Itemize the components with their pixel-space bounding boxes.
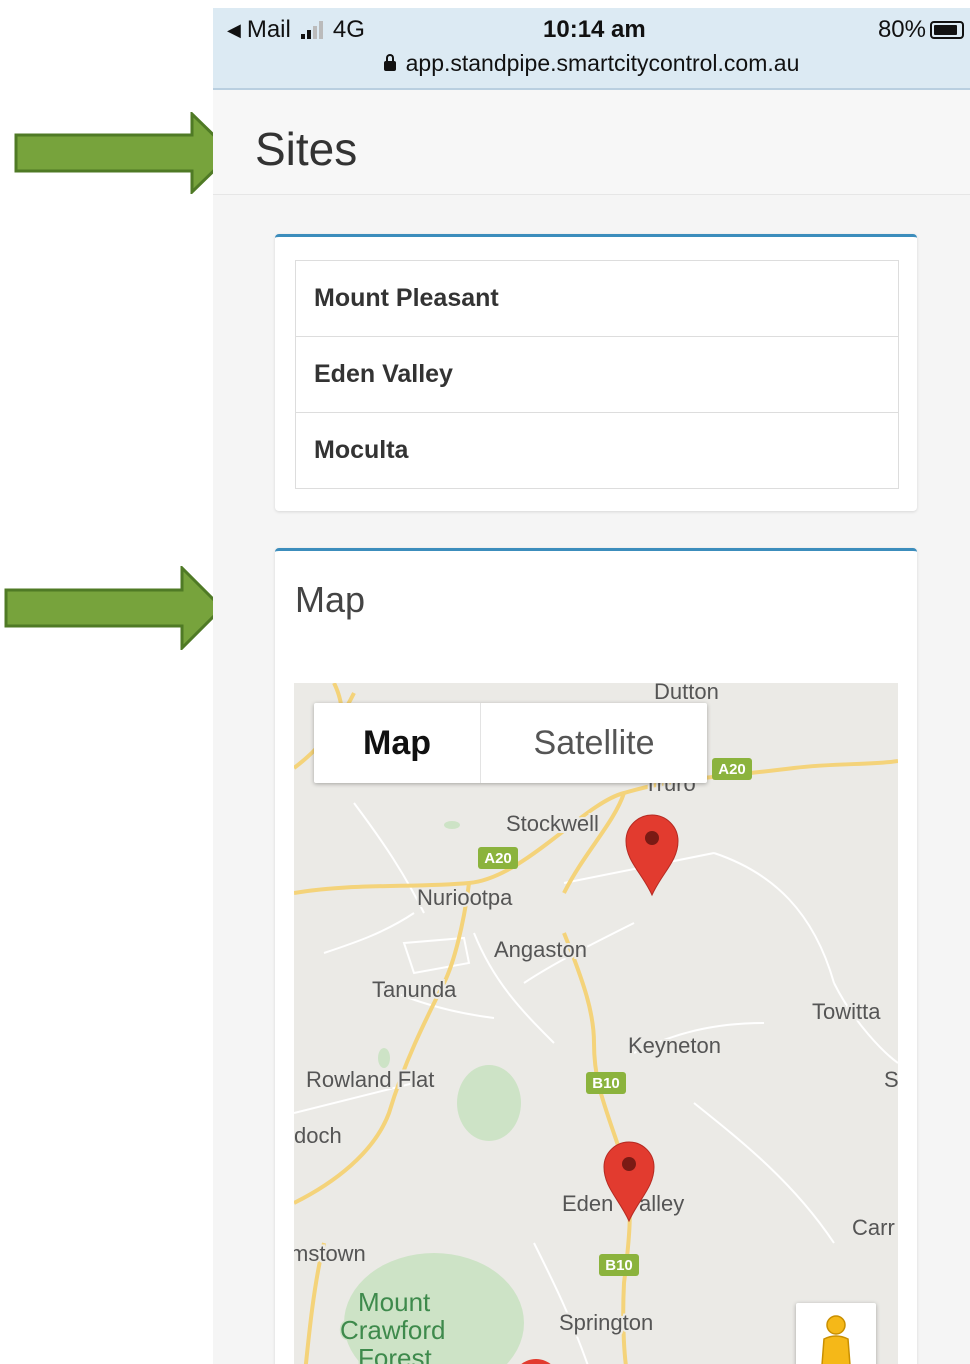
svg-text:B10: B10 [605,1257,633,1274]
map-marker-moculta[interactable] [625,814,679,897]
place-label-keyneton: Keyneton [628,1033,721,1058]
park-label-forest: Forest [358,1343,432,1364]
clock: 10:14 am [543,16,646,43]
site-item-moculta[interactable]: Moculta [296,413,898,488]
place-label-springton: Springton [559,1310,653,1335]
site-list: Mount Pleasant Eden Valley Moculta [295,260,899,489]
park-label-crawford: Crawford [340,1315,445,1345]
place-label-angaston: Angaston [494,937,587,962]
battery-status: 80% [878,16,964,44]
status-bar: ◀ Mail 4G 10:14 am 80% app.standpipe.sma… [213,8,970,90]
network-type: 4G [332,16,365,43]
place-label-doch: doch [294,1123,342,1148]
svg-text:A20: A20 [484,850,512,867]
map-canvas[interactable]: A20 A20 B10 B10 Dutton Truro Stockwell N… [294,683,898,1364]
svg-text:B10: B10 [592,1075,620,1092]
battery-icon [930,21,964,39]
park-area [378,1048,390,1068]
place-label-rowland-flat: Rowland Flat [306,1067,434,1092]
url-text: app.standpipe.smartcitycontrol.com.au [405,50,800,76]
street-view-button[interactable] [796,1303,876,1364]
signal-strength-icon [300,21,323,39]
place-label-towitta: Towitta [812,999,881,1024]
park-area [444,821,460,829]
road-badge-a20-stockwell: A20 [478,847,518,869]
sites-card: Mount Pleasant Eden Valley Moculta [275,234,917,511]
road-badge-a20-truro: A20 [712,758,752,780]
place-label-dutton: Dutton [654,683,719,704]
back-to-app[interactable]: ◀ Mail 4G [227,16,365,44]
place-label-carr: Carr [852,1215,895,1240]
svg-text:A20: A20 [718,761,746,778]
place-label-mstown: mstown [294,1241,366,1266]
page-title: Sites [255,123,358,175]
place-label-alley: alley [639,1191,684,1216]
map-type-satellite-button[interactable]: Satellite [481,703,707,783]
place-label-stockwell: Stockwell [506,811,599,836]
lock-icon [383,54,396,71]
annotation-arrow-map [4,566,224,650]
page-header: Sites [213,90,970,195]
map-marker-mount-pleasant[interactable] [512,1359,560,1364]
place-label-tanunda: Tanunda [372,977,457,1002]
back-app-label: Mail [246,16,291,43]
map-tiles: A20 A20 B10 B10 Dutton Truro Stockwell N… [294,683,898,1364]
map-type-control: Map Satellite [314,703,707,783]
map-title: Map [295,579,366,620]
battery-percent: 80% [877,16,926,43]
site-item-eden-valley[interactable]: Eden Valley [296,337,898,413]
back-triangle-icon: ◀ [227,19,241,40]
map-type-map-button[interactable]: Map [314,703,481,783]
pegman-icon [821,1315,851,1364]
map-card: Map A20 A20 B10 B10 Dutton Truro Stockwe… [275,548,917,1364]
major-roads [294,683,898,1364]
site-item-mount-pleasant[interactable]: Mount Pleasant [296,261,898,337]
annotation-arrow-sites [14,112,234,194]
place-label-eden: Eden [562,1191,613,1216]
park-area [457,1065,521,1141]
road-badge-b10-springton: B10 [599,1254,639,1276]
park-label-mount: Mount [358,1287,431,1317]
phone-screen: ◀ Mail 4G 10:14 am 80% app.standpipe.sma… [213,8,970,1364]
road-badge-b10-keyneton: B10 [586,1072,626,1094]
place-label-nuriootpa: Nuriootpa [417,885,513,910]
address-bar[interactable]: app.standpipe.smartcitycontrol.com.au [213,50,970,77]
place-label-s: S [884,1067,898,1092]
